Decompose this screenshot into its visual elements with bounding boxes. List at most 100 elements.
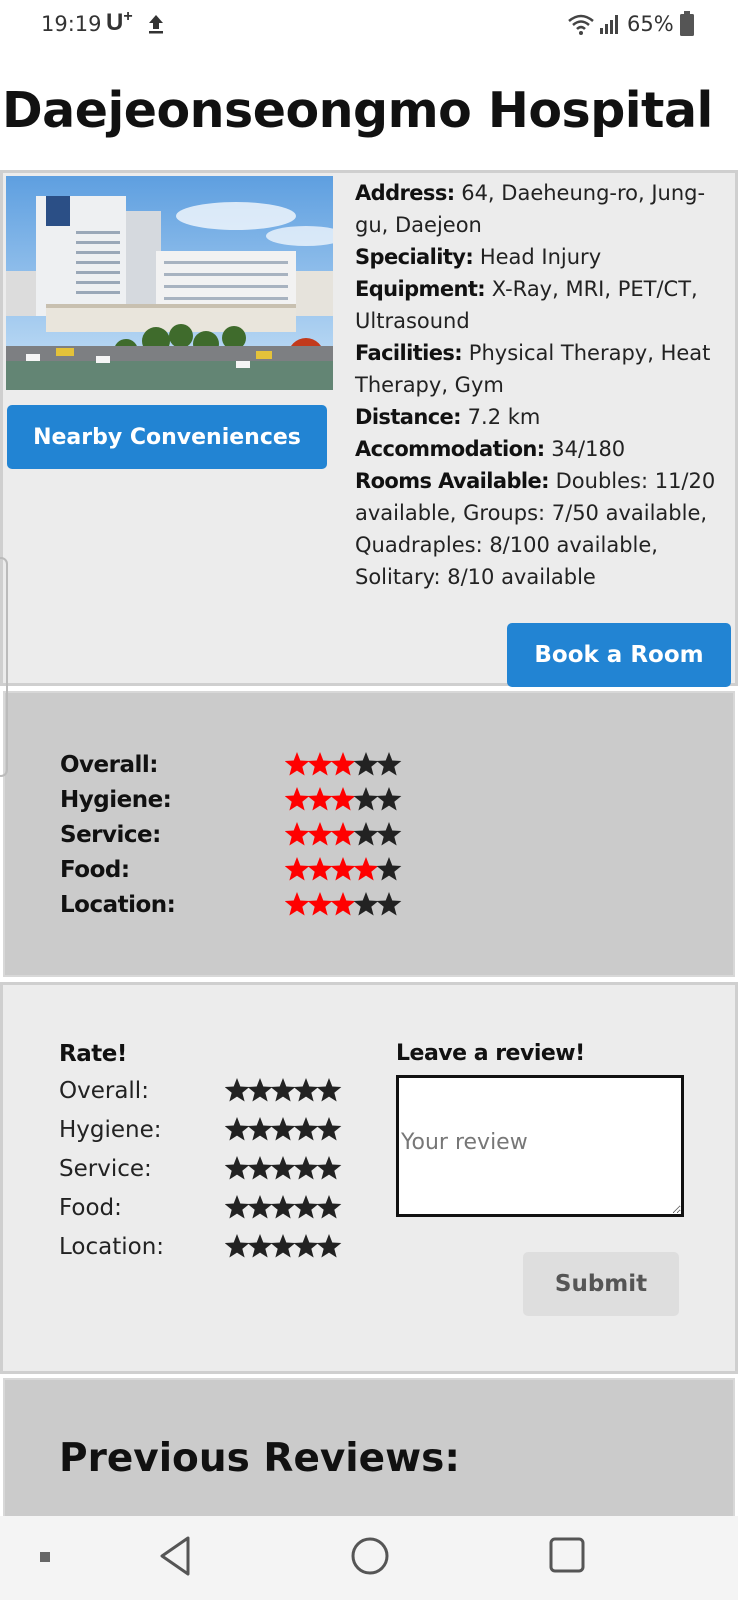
star-filled-icon — [285, 822, 310, 846]
ratings-card: Overall: Hygiene: Service: Food: Locatio… — [3, 691, 735, 977]
star-empty-icon[interactable] — [247, 1195, 273, 1219]
star-filled-icon — [353, 857, 379, 881]
rate-stars-input[interactable] — [225, 1193, 345, 1223]
rate-row-food: Food: — [59, 1193, 359, 1227]
rate-stars-input[interactable] — [225, 1232, 345, 1262]
star-filled-icon — [307, 787, 333, 811]
star-empty-icon[interactable] — [293, 1078, 319, 1102]
star-empty-icon[interactable] — [225, 1156, 250, 1180]
star-filled-icon — [330, 822, 356, 846]
star-empty-icon[interactable] — [316, 1078, 342, 1102]
star-empty-icon — [376, 752, 402, 776]
star-filled-icon — [330, 752, 356, 776]
star-empty-icon[interactable] — [225, 1195, 250, 1219]
star-empty-icon[interactable] — [293, 1156, 319, 1180]
star-filled-icon — [307, 822, 333, 846]
star-empty-icon[interactable] — [316, 1156, 342, 1180]
hospital-details: Address: 64, Daeheung-ro, Jung-gu, Daeje… — [355, 177, 735, 593]
star-empty-icon[interactable] — [247, 1117, 273, 1141]
rating-row-food: Food: — [60, 855, 420, 889]
rate-stars-input[interactable] — [225, 1076, 345, 1106]
star-empty-icon[interactable] — [270, 1117, 296, 1141]
detail-label: Address: — [355, 181, 455, 205]
star-empty-icon[interactable] — [270, 1195, 296, 1219]
rating-stars — [285, 892, 402, 916]
star-empty-icon[interactable] — [293, 1195, 319, 1219]
edge-panel-handle[interactable] — [0, 557, 8, 777]
rate-row-location: Location: — [59, 1232, 359, 1266]
rating-stars — [285, 822, 402, 846]
star-empty-icon — [376, 857, 402, 881]
detail-label: Equipment: — [355, 277, 486, 301]
rating-label: Hygiene: — [60, 787, 172, 813]
detail-speciality: Speciality: Head Injury — [355, 241, 735, 273]
star-filled-icon — [307, 752, 333, 776]
star-empty-icon[interactable] — [316, 1195, 342, 1219]
detail-label: Speciality: — [355, 245, 474, 269]
battery-icon — [680, 11, 694, 36]
menu-dot-icon[interactable] — [40, 1552, 50, 1562]
detail-address: Address: 64, Daeheung-ro, Jung-gu, Daeje… — [355, 177, 735, 241]
home-icon[interactable] — [350, 1536, 390, 1576]
status-bar: 19:19 U+ 65% — [0, 0, 738, 50]
rate-title: Rate! — [59, 1041, 127, 1067]
star-filled-icon — [285, 892, 310, 916]
detail-value: 7.2 km — [467, 405, 541, 429]
detail-equipment: Equipment: X-Ray, MRI, PET/CT, Ultrasoun… — [355, 273, 735, 337]
review-input[interactable] — [396, 1075, 684, 1217]
carrier-plus: + — [123, 8, 133, 25]
carrier-name: U — [106, 9, 124, 36]
star-empty-icon[interactable] — [225, 1117, 250, 1141]
rating-stars — [285, 752, 402, 776]
detail-accommodation: Accommodation: 34/180 — [355, 433, 735, 465]
rate-label: Hygiene: — [59, 1117, 162, 1143]
star-empty-icon[interactable] — [293, 1234, 319, 1258]
hospital-photo — [6, 176, 333, 390]
star-empty-icon[interactable] — [270, 1156, 296, 1180]
page-title: Daejeonseongmo Hospital — [2, 82, 713, 139]
star-empty-icon[interactable] — [225, 1234, 250, 1258]
star-empty-icon — [353, 752, 379, 776]
star-empty-icon[interactable] — [247, 1156, 273, 1180]
recents-icon[interactable] — [548, 1536, 586, 1574]
rate-stars-input[interactable] — [225, 1115, 345, 1145]
star-empty-icon — [353, 787, 379, 811]
wifi-icon — [568, 14, 594, 35]
rate-label: Service: — [59, 1156, 152, 1182]
status-time: 19:19 — [41, 12, 102, 36]
signal-icon — [600, 15, 618, 34]
hospital-info-card: Nearby Conveniences Address: 64, Daeheun… — [0, 170, 738, 687]
detail-label: Accommodation: — [355, 437, 545, 461]
star-empty-icon[interactable] — [316, 1234, 342, 1258]
review-title: Leave a review! — [396, 1041, 585, 1066]
star-filled-icon — [285, 857, 310, 881]
detail-label: Rooms Available: — [355, 469, 550, 493]
star-empty-icon[interactable] — [316, 1117, 342, 1141]
rate-row-service: Service: — [59, 1154, 359, 1188]
detail-label: Facilities: — [355, 341, 463, 365]
back-icon[interactable] — [156, 1534, 194, 1578]
battery-percent: 65% — [627, 12, 674, 36]
detail-distance: Distance: 7.2 km — [355, 401, 735, 433]
previous-reviews-title: Previous Reviews: — [59, 1436, 460, 1481]
submit-button[interactable]: Submit — [523, 1252, 679, 1316]
star-empty-icon[interactable] — [247, 1078, 273, 1102]
carrier-label: U+ — [106, 8, 133, 37]
star-empty-icon[interactable] — [225, 1078, 250, 1102]
rating-stars — [285, 857, 402, 881]
star-empty-icon — [353, 892, 379, 916]
star-empty-icon[interactable] — [270, 1078, 296, 1102]
rating-row-location: Location: — [60, 890, 420, 924]
star-filled-icon — [285, 752, 310, 776]
rate-stars-input[interactable] — [225, 1154, 345, 1184]
detail-value: 34/180 — [551, 437, 626, 461]
star-empty-icon[interactable] — [247, 1234, 273, 1258]
rating-label: Overall: — [60, 752, 158, 778]
detail-facilities: Facilities: Physical Therapy, Heat Thera… — [355, 337, 735, 401]
star-empty-icon[interactable] — [293, 1117, 319, 1141]
upload-icon — [149, 15, 163, 34]
star-filled-icon — [307, 892, 333, 916]
star-empty-icon[interactable] — [270, 1234, 296, 1258]
book-room-button[interactable]: Book a Room — [507, 623, 731, 687]
nearby-conveniences-button[interactable]: Nearby Conveniences — [7, 405, 327, 469]
